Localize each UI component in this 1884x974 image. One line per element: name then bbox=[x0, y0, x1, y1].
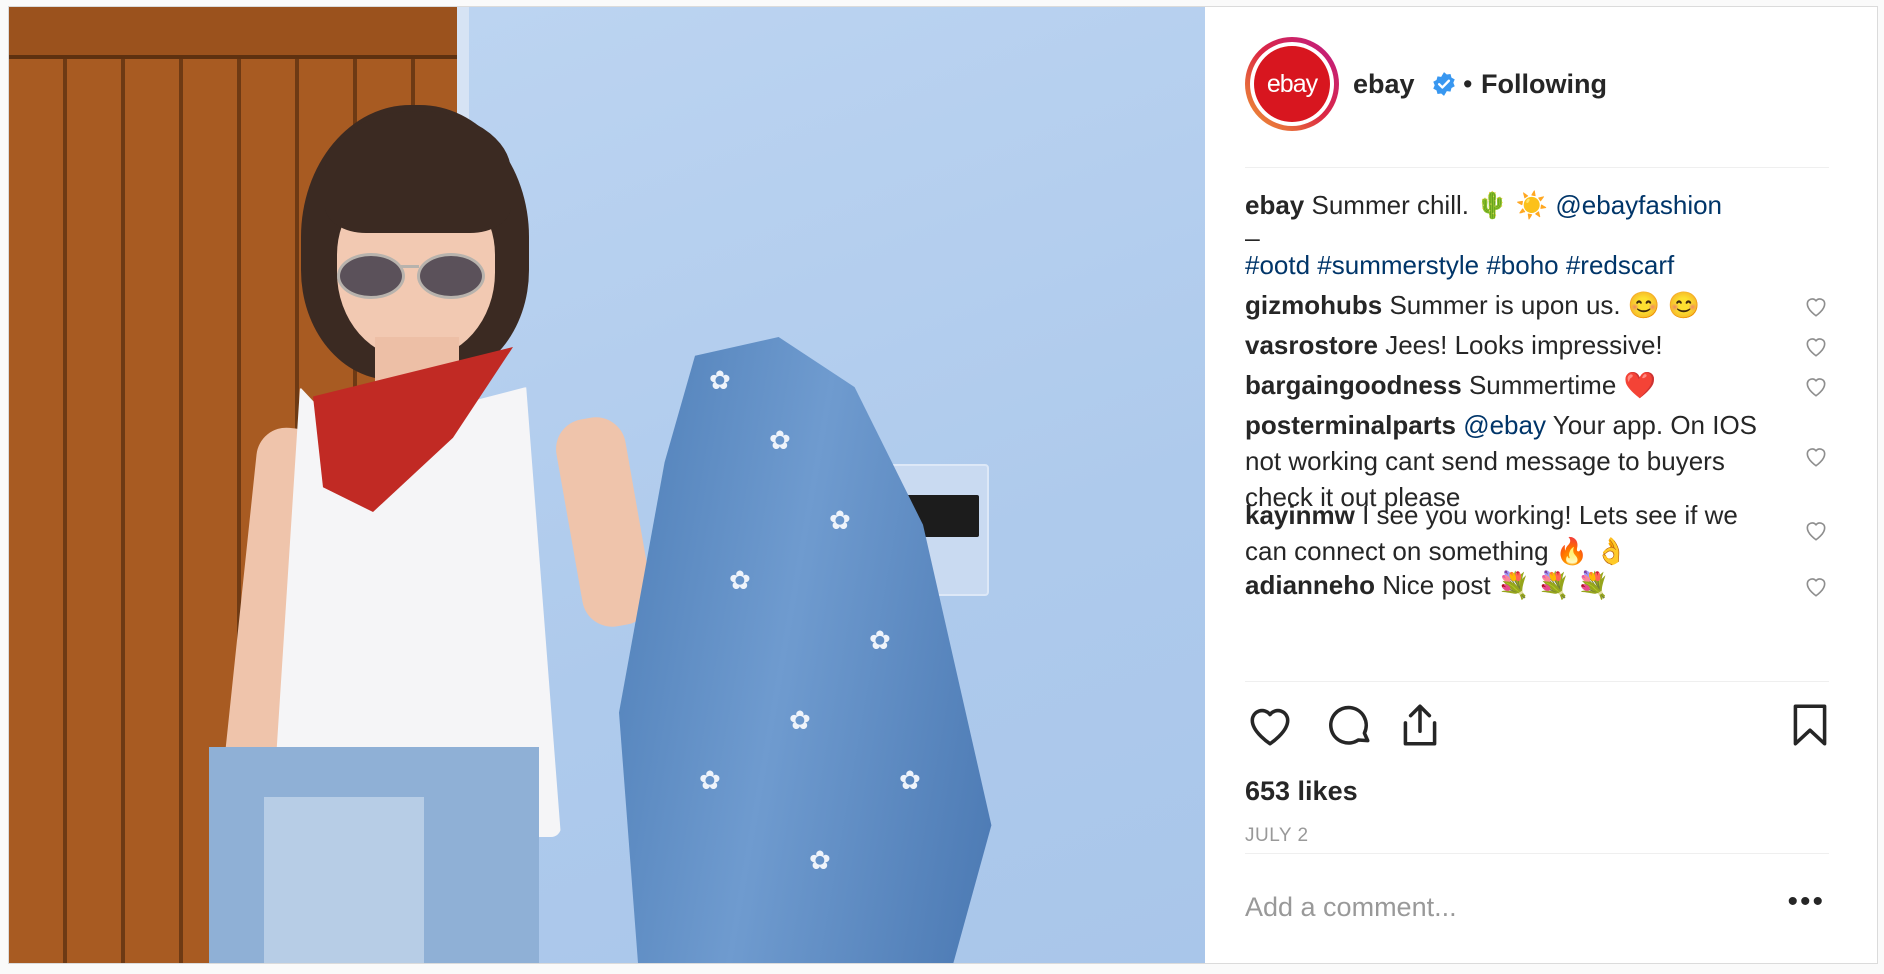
account-name[interactable]: ebay bbox=[1353, 69, 1415, 100]
add-comment-row: Add a comment... ••• bbox=[1245, 853, 1829, 963]
comment-user[interactable]: gizmohubs bbox=[1245, 290, 1382, 320]
post-date[interactable]: JULY 2 bbox=[1245, 825, 1309, 847]
caption-hashtags[interactable]: #ootd #summerstyle #boho #redscarf bbox=[1245, 247, 1829, 283]
comment-row: bargaingoodness Summertime ❤️ bbox=[1245, 367, 1829, 403]
verified-badge-icon bbox=[1433, 72, 1455, 96]
more-options-button[interactable]: ••• bbox=[1787, 887, 1825, 917]
heart-icon[interactable] bbox=[1245, 700, 1295, 750]
comments-section[interactable]: ebay Summer chill. 🌵 ☀️ @ebayfashion _ #… bbox=[1245, 187, 1829, 681]
comment-user[interactable]: adianneho bbox=[1245, 570, 1375, 600]
add-comment-input[interactable]: Add a comment... bbox=[1245, 892, 1457, 923]
comment-heart-icon[interactable] bbox=[1803, 373, 1829, 399]
following-button[interactable]: Following bbox=[1481, 69, 1607, 100]
comment-row: gizmohubs Summer is upon us. 😊 😊 bbox=[1245, 287, 1829, 323]
comment-row: vasrostore Jees! Looks impressive! bbox=[1245, 327, 1829, 363]
ebay-logo: ebay bbox=[1254, 46, 1330, 122]
caption-divider: _ bbox=[1245, 212, 1260, 242]
comment-row: adianneho Nice post 💐 💐 💐 bbox=[1245, 567, 1829, 603]
comment-user[interactable]: bargaingoodness bbox=[1245, 370, 1462, 400]
comment-user[interactable]: kayinmw bbox=[1245, 500, 1355, 530]
action-bar: 653 likes JULY 2 bbox=[1245, 681, 1829, 872]
post-header: ebay ebay • Following bbox=[1245, 37, 1829, 168]
comment-text: Jees! Looks impressive! bbox=[1385, 330, 1663, 360]
instagram-post: ✿ ✿ ✿ ✿ ✿ ✿ ✿ ✿ ✿ ebay ebay • Following bbox=[8, 6, 1878, 964]
comment-text: Nice post 💐 💐 💐 bbox=[1382, 570, 1610, 600]
comment-heart-icon[interactable] bbox=[1803, 443, 1829, 469]
separator-dot: • bbox=[1463, 69, 1473, 99]
comment-heart-icon[interactable] bbox=[1803, 293, 1829, 319]
comment-heart-icon[interactable] bbox=[1803, 333, 1829, 359]
post-side-panel: ebay ebay • Following ebay Summer chill.… bbox=[1205, 7, 1877, 963]
avatar[interactable]: ebay bbox=[1245, 37, 1339, 131]
comment-mention[interactable]: @ebay bbox=[1463, 410, 1546, 440]
bookmark-icon[interactable] bbox=[1785, 700, 1835, 750]
comment-heart-icon[interactable] bbox=[1803, 517, 1829, 543]
comment-user[interactable]: posterminalparts bbox=[1245, 410, 1456, 440]
comment-text: Summertime ❤️ bbox=[1468, 370, 1656, 400]
comment-text: Summer is upon us. 😊 😊 bbox=[1389, 290, 1700, 320]
share-icon[interactable] bbox=[1395, 700, 1445, 750]
comment-row: kayinmw I see you working! Lets see if w… bbox=[1245, 497, 1769, 569]
comment-heart-icon[interactable] bbox=[1803, 573, 1829, 599]
comment-user[interactable]: vasrostore bbox=[1245, 330, 1378, 360]
post-photo[interactable]: ✿ ✿ ✿ ✿ ✿ ✿ ✿ ✿ ✿ bbox=[9, 7, 1205, 963]
comment-icon[interactable] bbox=[1325, 700, 1375, 750]
likes-count[interactable]: 653 likes bbox=[1245, 776, 1358, 807]
